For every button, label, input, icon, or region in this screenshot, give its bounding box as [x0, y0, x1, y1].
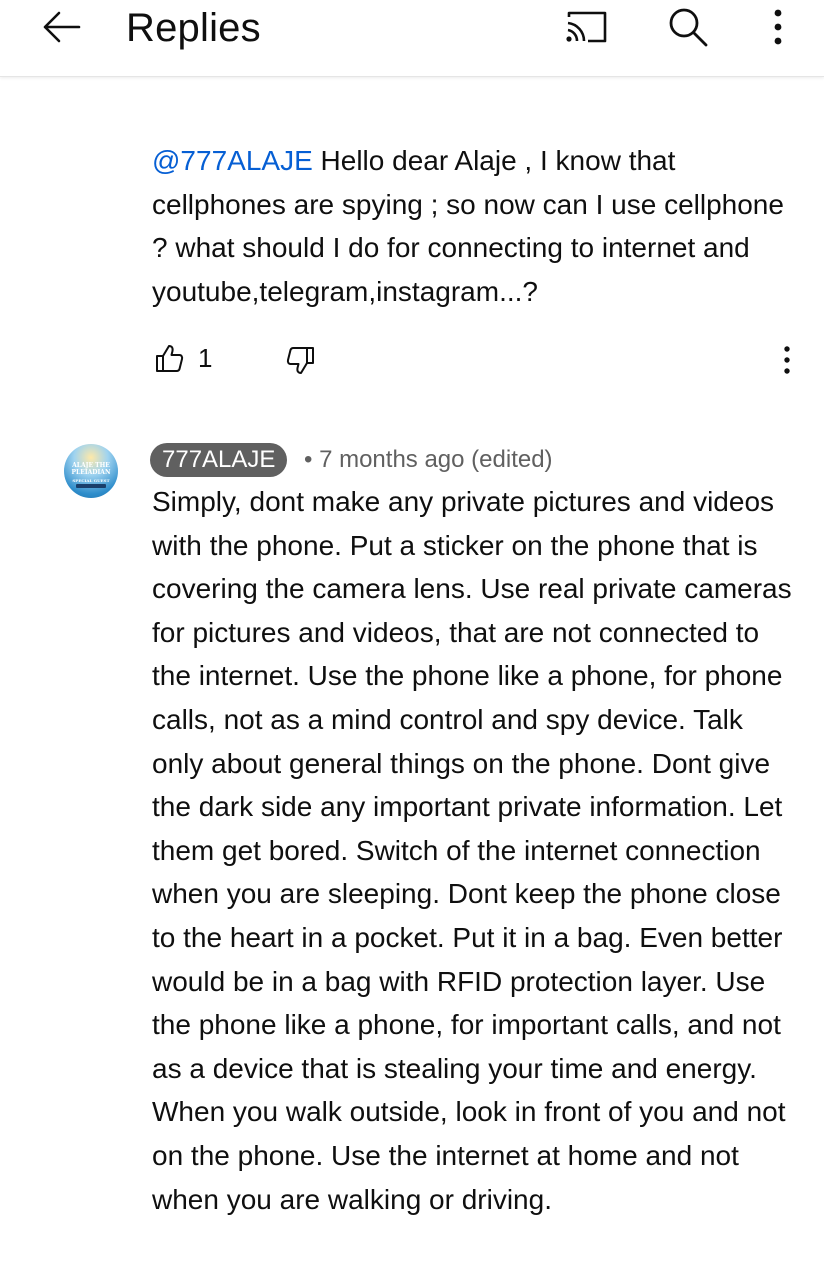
top-app-bar: Replies: [0, 0, 824, 77]
cast-button[interactable]: [560, 4, 612, 50]
cast-icon: [566, 11, 607, 43]
more-vertical-icon: [784, 346, 790, 374]
reply-actions: 1: [152, 340, 802, 376]
back-button[interactable]: [36, 4, 86, 50]
like-button[interactable]: [152, 340, 186, 376]
reply-options-button[interactable]: [770, 340, 804, 380]
more-vertical-icon: [774, 9, 782, 45]
avatar-text-line: ALAJE THE: [72, 462, 110, 469]
reply-comment-text: @777ALAJE Hello dear Alaje , I know that…: [152, 139, 802, 313]
arrow-left-icon: [43, 11, 81, 43]
thumbs-down-icon: [286, 347, 314, 374]
author-name-badge[interactable]: 777ALAJE: [150, 443, 288, 477]
avatar-text-line: PLEIADIAN: [71, 469, 111, 476]
thumbs-up-icon: [156, 345, 184, 372]
like-count: 1: [198, 343, 213, 373]
search-button[interactable]: [662, 4, 714, 50]
page-title: Replies: [126, 6, 261, 50]
author-mention-link[interactable]: @777ALAJE: [152, 145, 313, 176]
dislike-button[interactable]: [284, 342, 318, 378]
avatar-text-line: SPECIAL GUEST: [72, 478, 110, 483]
reply-comment-text: Simply, dont make any private pictures a…: [152, 486, 792, 1215]
author-avatar[interactable]: ALAJE THE PLEIADIAN SPECIAL GUEST: [64, 444, 118, 498]
search-icon: [669, 8, 708, 47]
more-options-button[interactable]: [752, 4, 804, 50]
comment-timestamp: • 7 months ago (edited): [304, 446, 553, 473]
avatar-banner: [76, 484, 106, 488]
